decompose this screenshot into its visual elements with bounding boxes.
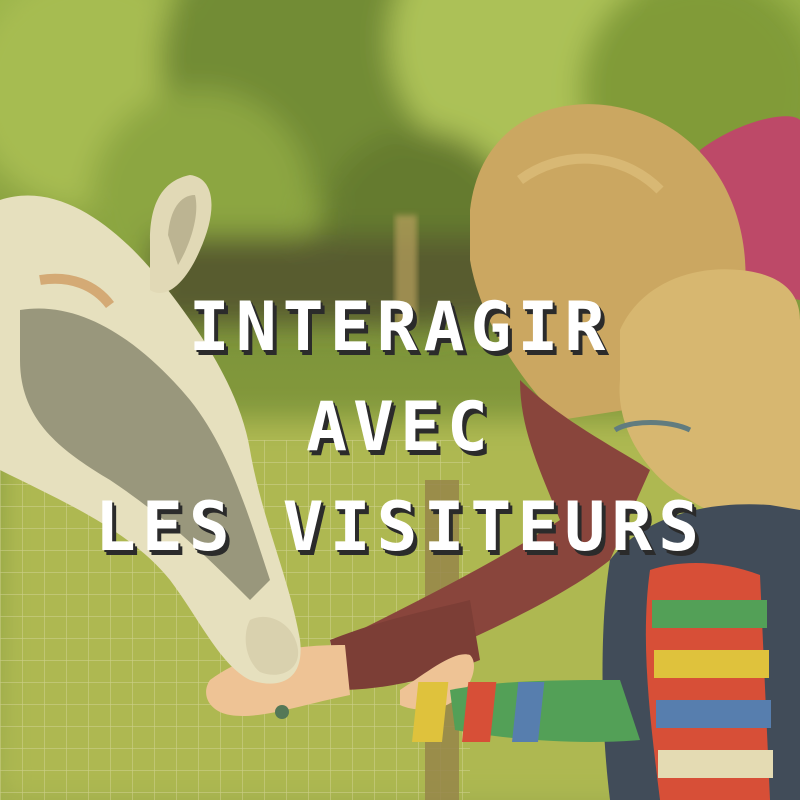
caption-title: INTERAGIR AVEC LES VISITEURS [0, 278, 800, 578]
poster: INTERAGIR AVEC LES VISITEURS [0, 0, 800, 800]
caption-line-1: INTERAGIR [188, 288, 612, 367]
caption-line-3: LES VISITEURS [94, 488, 706, 567]
caption-line-2: AVEC [306, 388, 494, 467]
